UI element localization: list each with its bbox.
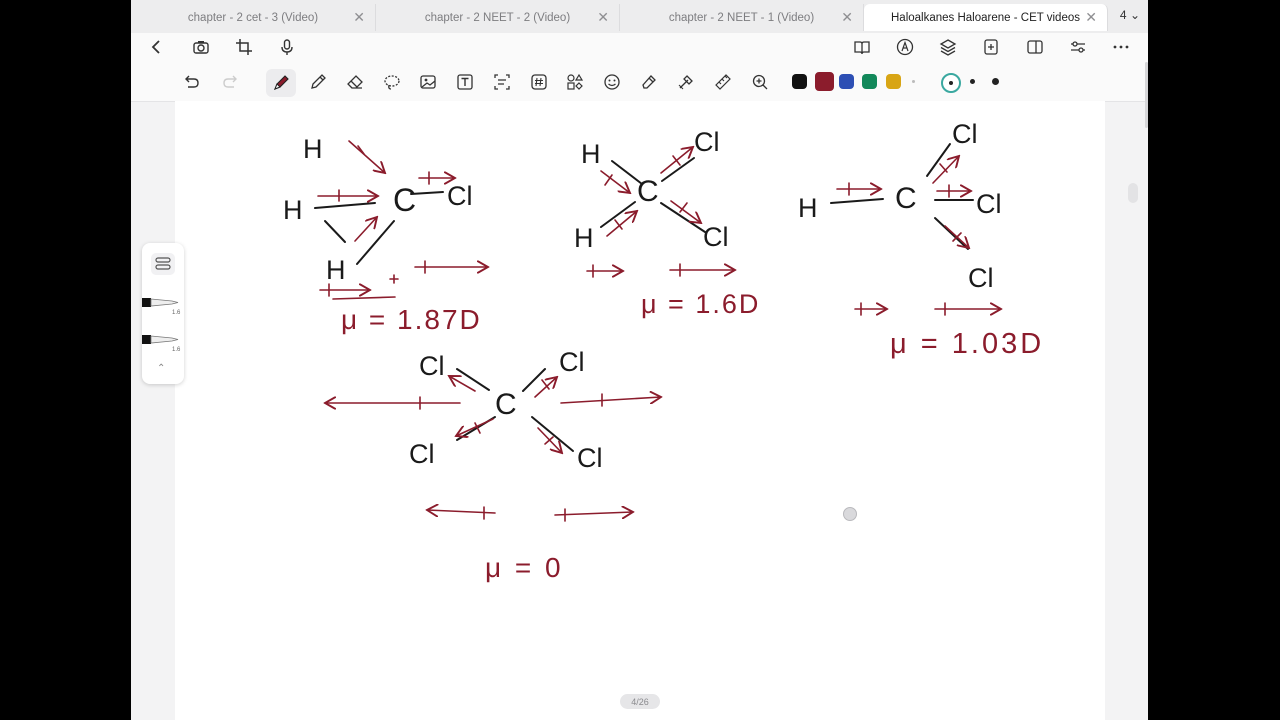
close-icon[interactable]: ✕ bbox=[353, 9, 365, 26]
undo-icon[interactable] bbox=[179, 70, 203, 94]
molecule-chloromethane: H H H C Cl μ = 1.87D bbox=[283, 134, 488, 335]
dipole-moment-label: μ = 1.03D bbox=[890, 328, 1044, 360]
tab-count-button[interactable]: 4 ⌄ bbox=[1120, 8, 1140, 22]
tab-chapter-2-neet-2[interactable]: chapter - 2 NEET - 2 (Video) ✕ bbox=[376, 4, 620, 31]
color-more-dot[interactable] bbox=[912, 80, 915, 83]
lasso-icon[interactable] bbox=[380, 70, 404, 94]
tab-chapter-2-neet-1[interactable]: chapter - 2 NEET - 1 (Video) ✕ bbox=[620, 4, 864, 31]
notes-app-window: chapter - 2 cet - 3 (Video) ✕ chapter - … bbox=[131, 0, 1148, 720]
color-swatch-maroon[interactable] bbox=[815, 72, 834, 91]
sidebar-icon[interactable] bbox=[1023, 35, 1047, 59]
image-icon[interactable] bbox=[416, 70, 440, 94]
side-handle[interactable] bbox=[1128, 183, 1138, 203]
scrollbar-thumb[interactable] bbox=[1145, 62, 1148, 128]
book-icon[interactable] bbox=[850, 35, 874, 59]
shapes-icon[interactable] bbox=[563, 70, 587, 94]
pencil-icon[interactable] bbox=[306, 70, 330, 94]
tab-label: chapter - 2 NEET - 2 (Video) bbox=[424, 11, 571, 24]
tab-chapter-2-cet-3[interactable]: chapter - 2 cet - 3 (Video) ✕ bbox=[131, 4, 376, 31]
tab-label: Haloalkanes Haloarene - CET videos bbox=[891, 11, 1080, 24]
atom-label: Cl bbox=[447, 181, 473, 211]
back-icon[interactable] bbox=[145, 35, 169, 59]
atom-label: C bbox=[393, 182, 416, 218]
atom-label: H bbox=[283, 195, 303, 225]
atom-label: Cl bbox=[409, 439, 435, 469]
toggle-icon bbox=[155, 257, 171, 270]
tab-bar: chapter - 2 cet - 3 (Video) ✕ chapter - … bbox=[131, 0, 1148, 33]
atom-label: Cl bbox=[976, 189, 1002, 219]
fountain-pen-icon bbox=[142, 335, 179, 344]
crop-icon[interactable] bbox=[232, 35, 256, 59]
ruler-icon[interactable] bbox=[711, 70, 735, 94]
close-icon[interactable]: ✕ bbox=[1085, 9, 1097, 26]
dipole-moment-label: μ = 1.87D bbox=[341, 304, 482, 335]
stroke-size-medium[interactable] bbox=[970, 79, 975, 84]
atom-label: H bbox=[326, 255, 346, 285]
atom-label: Cl bbox=[419, 351, 445, 381]
navigation-toolbar bbox=[131, 33, 1148, 65]
dipole-moment-label: μ = 0 bbox=[485, 552, 564, 583]
pen-size-label: 1.6 bbox=[172, 310, 181, 316]
zoom-icon[interactable] bbox=[748, 70, 772, 94]
tab-haloalkanes-cet-videos[interactable]: Haloalkanes Haloarene - CET videos ✕ bbox=[864, 4, 1108, 31]
pen-panel-settings[interactable] bbox=[151, 253, 175, 275]
sliders-icon[interactable] bbox=[1066, 35, 1090, 59]
atom-label: H bbox=[303, 134, 323, 164]
cursor-pointer bbox=[843, 507, 857, 521]
pen-icon[interactable] bbox=[266, 69, 296, 97]
chevron-up-icon[interactable]: ⌃ bbox=[157, 363, 165, 374]
atom-label: H bbox=[581, 139, 601, 169]
tab-label: chapter - 2 cet - 3 (Video) bbox=[187, 11, 319, 24]
more-icon[interactable] bbox=[1109, 35, 1133, 59]
pen-size-label: 1.6 bbox=[172, 347, 181, 353]
page-add-icon[interactable] bbox=[979, 35, 1003, 59]
microphone-icon[interactable] bbox=[275, 35, 299, 59]
pen-preset-2[interactable]: 1.6 bbox=[142, 332, 184, 354]
atom-label: C bbox=[495, 388, 517, 421]
pen-preset-1[interactable]: 1.6 bbox=[142, 295, 184, 317]
chevron-down-icon: ⌄ bbox=[1129, 8, 1140, 22]
atom-label: Cl bbox=[559, 347, 585, 377]
stroke-size-small[interactable] bbox=[941, 73, 961, 93]
molecule-carbon-tetrachloride: Cl Cl Cl Cl C μ = 0 bbox=[325, 347, 661, 583]
pen-preset-panel: 1.6 1.6 ⌃ bbox=[142, 243, 184, 384]
atom-label: C bbox=[637, 175, 659, 208]
pencil-circle-icon[interactable] bbox=[893, 35, 917, 59]
color-swatch-yellow[interactable] bbox=[886, 74, 901, 89]
ocr-icon[interactable] bbox=[490, 70, 514, 94]
atom-label: Cl bbox=[694, 127, 720, 157]
page-indicator: 4/26 bbox=[620, 694, 660, 709]
atom-label: H bbox=[574, 223, 594, 253]
redo-icon[interactable] bbox=[219, 70, 243, 94]
molecule-dichloromethane: H H C Cl Cl μ = 1.6D bbox=[574, 127, 760, 319]
dipole-moment-label: μ = 1.6D bbox=[641, 289, 760, 319]
color-swatch-blue[interactable] bbox=[839, 74, 854, 89]
sticker-icon[interactable] bbox=[600, 70, 624, 94]
close-icon[interactable]: ✕ bbox=[597, 9, 609, 26]
close-icon[interactable]: ✕ bbox=[841, 9, 853, 26]
eraser-icon[interactable] bbox=[343, 70, 367, 94]
laser-icon[interactable] bbox=[674, 70, 698, 94]
atom-label: Cl bbox=[968, 263, 994, 293]
highlighter-icon[interactable] bbox=[637, 70, 661, 94]
camera-icon[interactable] bbox=[189, 35, 213, 59]
notebook-page[interactable]: H H H C Cl μ = 1.87D H H C Cl Cl μ = 1.6… bbox=[175, 101, 1105, 720]
molecule-chloroform: H C Cl Cl Cl μ = 1.03D bbox=[798, 119, 1044, 360]
fountain-pen-icon bbox=[142, 298, 179, 307]
text-icon[interactable] bbox=[453, 70, 477, 94]
tab-label: chapter - 2 NEET - 1 (Video) bbox=[668, 11, 815, 24]
atom-label: Cl bbox=[952, 119, 978, 149]
atom-label: Cl bbox=[703, 222, 729, 252]
handwritten-notes: H H H C Cl μ = 1.87D H H C Cl Cl μ = 1.6… bbox=[283, 119, 1044, 583]
atom-label: C bbox=[895, 182, 917, 215]
hashtag-icon[interactable] bbox=[527, 70, 551, 94]
drawing-toolbar bbox=[131, 65, 1148, 102]
atom-label: H bbox=[798, 193, 818, 223]
atom-label: Cl bbox=[577, 443, 603, 473]
stroke-size-large[interactable] bbox=[992, 78, 999, 85]
tab-count: 4 bbox=[1119, 8, 1127, 22]
color-swatch-green[interactable] bbox=[862, 74, 877, 89]
color-swatch-black[interactable] bbox=[792, 74, 807, 89]
layers-icon[interactable] bbox=[936, 35, 960, 59]
